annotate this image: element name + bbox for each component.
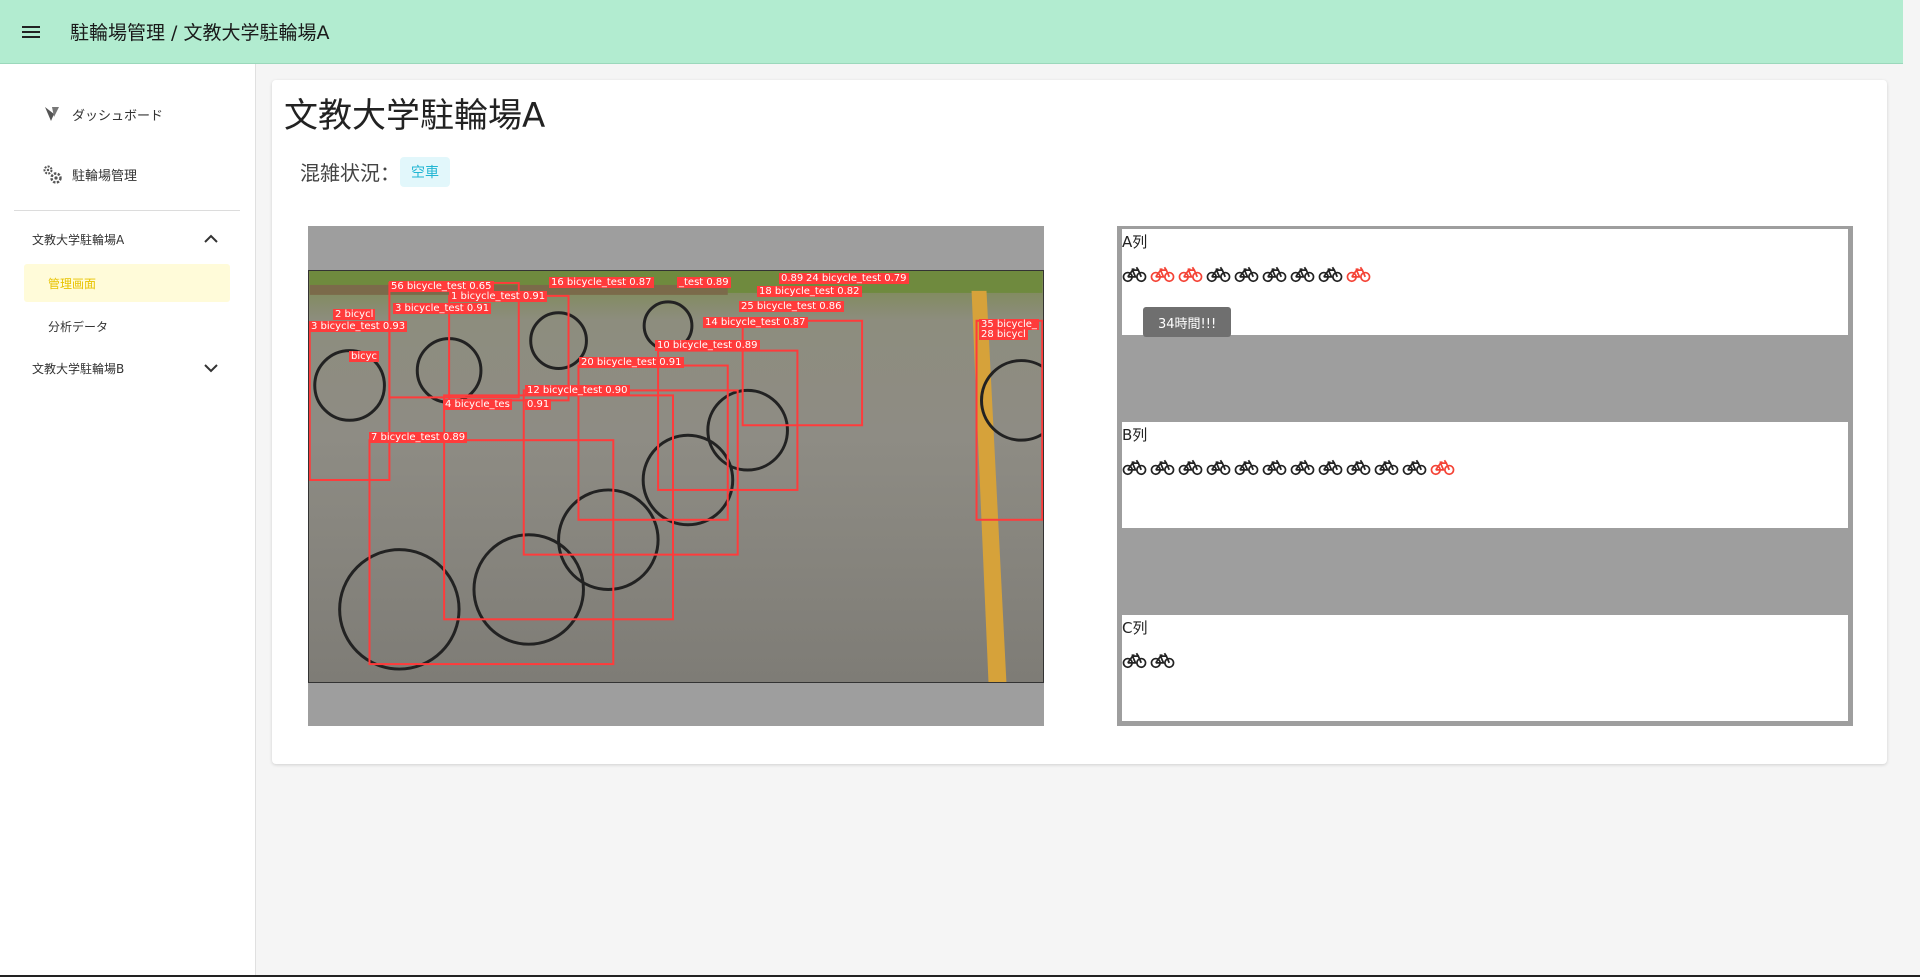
parking-duration-tooltip: 34時間!!!: [1143, 307, 1232, 337]
bicycle-icon[interactable]: [1430, 458, 1455, 476]
menu-button[interactable]: [13, 14, 49, 50]
bicycle-icon[interactable]: [1122, 458, 1147, 476]
app-bar: 駐輪場管理 / 文教大学駐輪場A: [0, 0, 1903, 64]
congestion-label: 混雑状況：: [300, 161, 400, 185]
detection-label: 24 bicycle_test 0.79: [804, 273, 909, 284]
bicycle-icon[interactable]: [1262, 265, 1287, 283]
detection-label: 1 bicycle_test 0.91: [449, 291, 548, 302]
vuetify-logo-icon: [40, 102, 64, 126]
bicycle-icon[interactable]: [1122, 265, 1147, 283]
congestion-status-chip[interactable]: 空車: [400, 157, 450, 187]
bicycle-icon[interactable]: [1178, 458, 1203, 476]
detection-label: 3 bicycle_test 0.93: [309, 321, 408, 332]
chevron-up-icon: [203, 231, 219, 247]
row-title: B列: [1122, 426, 1148, 444]
detection-label: 16 bicycle_test 0.87: [549, 277, 654, 288]
app-title: 駐輪場管理 / 文教大学駐輪場A: [70, 22, 330, 44]
bicycle-icon[interactable]: [1150, 651, 1175, 669]
bicycle-scene-illustration: [309, 271, 1043, 682]
bicycle-icon[interactable]: [1178, 265, 1203, 283]
sidebar-divider: [14, 210, 240, 211]
bicycle-icon[interactable]: [1402, 458, 1427, 476]
bicycle-icon[interactable]: [1318, 265, 1343, 283]
main-card: 文教大学駐輪場A 混雑状況： 空車 56 bicycle_test 0.65 1…: [272, 80, 1887, 764]
detection-label: 12 bicycle_test 0.90: [525, 385, 630, 396]
detection-label: 0.89: [779, 273, 806, 284]
detection-label: 7 bicycle_test 0.89: [369, 432, 468, 443]
detection-label: _test 0.89: [677, 277, 731, 288]
camera-image: 56 bicycle_test 0.65 16 bicycle_test 0.8…: [308, 270, 1044, 683]
bicycle-icon[interactable]: [1290, 458, 1315, 476]
sidebar-group-parking-b[interactable]: 文教大学駐輪場B: [0, 348, 256, 388]
detection-label: 28 bicycl: [979, 329, 1028, 340]
camera-view: 56 bicycle_test 0.65 16 bicycle_test 0.8…: [308, 226, 1044, 726]
sidebar-item-admin-screen[interactable]: 管理画面: [24, 264, 230, 302]
menu-icon: [22, 25, 40, 38]
bike-list: [1122, 458, 1455, 478]
bicycle-icon[interactable]: [1262, 458, 1287, 476]
chevron-down-icon: [203, 360, 219, 376]
detection-label: 25 bicycle_test 0.86: [739, 301, 844, 312]
page-title: 文教大学駐輪場A: [284, 96, 546, 136]
detection-label: bicyc: [349, 351, 380, 362]
sub-item-label: 分析データ: [48, 319, 109, 334]
row-c: C列: [1122, 615, 1848, 721]
detection-label: 0.91: [525, 399, 552, 410]
bike-list: [1122, 651, 1175, 671]
bicycle-icon[interactable]: [1374, 458, 1399, 476]
bicycle-icon[interactable]: [1346, 265, 1371, 283]
group-label: 文教大学駐輪場A: [32, 232, 125, 247]
sidebar-group-parking-a[interactable]: 文教大学駐輪場A: [0, 219, 256, 259]
row-title: C列: [1122, 619, 1148, 637]
bicycle-icon[interactable]: [1206, 458, 1231, 476]
group-label: 文教大学駐輪場B: [32, 361, 125, 376]
sidebar-item-analytics[interactable]: 分析データ: [24, 307, 230, 345]
detection-label: 2 bicycl: [333, 309, 376, 320]
bicycle-icon[interactable]: [1290, 265, 1315, 283]
sidebar-item-label: 駐輪場管理: [72, 168, 138, 184]
bicycle-icon[interactable]: [1234, 265, 1259, 283]
row-title: A列: [1122, 233, 1148, 251]
bicycle-icon[interactable]: [1234, 458, 1259, 476]
sub-item-label: 管理画面: [48, 276, 97, 291]
row-b: B列: [1122, 422, 1848, 528]
parking-rows-panel: A列 34時間!!! B列 C列: [1117, 226, 1853, 726]
detection-label: 3 bicycle_test 0.91: [393, 303, 492, 314]
bicycle-icon[interactable]: [1206, 265, 1231, 283]
gears-icon: [40, 162, 64, 186]
bicycle-icon[interactable]: [1318, 458, 1343, 476]
bicycle-icon[interactable]: [1346, 458, 1371, 476]
bicycle-icon[interactable]: [1122, 651, 1147, 669]
detection-label: 18 bicycle_test 0.82: [757, 286, 862, 297]
detection-label: 14 bicycle_test 0.87: [703, 317, 808, 328]
detection-label: 10 bicycle_test 0.89: [655, 340, 760, 351]
bicycle-icon[interactable]: [1150, 265, 1175, 283]
sidebar-item-label: ダッシュボード: [72, 108, 164, 124]
bike-list: [1122, 265, 1371, 285]
sidebar-item-dashboard[interactable]: ダッシュボード: [0, 90, 256, 138]
sidebar-item-parking-management[interactable]: 駐輪場管理: [0, 150, 256, 198]
detection-label: 20 bicycle_test 0.91: [579, 357, 684, 368]
sidebar: ダッシュボード 駐輪場管理 文教大学駐輪場A 管理画面 分析データ 文教大学駐輪…: [0, 64, 256, 977]
detection-label: 4 bicycle_tes: [443, 399, 512, 410]
bicycle-icon[interactable]: [1150, 458, 1175, 476]
row-a: A列 34時間!!!: [1122, 229, 1848, 337]
